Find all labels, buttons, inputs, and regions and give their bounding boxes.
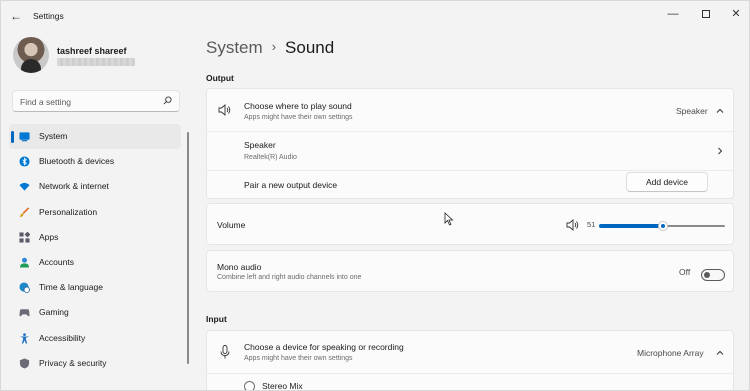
speaker-device-title: Speaker (244, 140, 276, 150)
search-input[interactable]: Find a setting (20, 97, 71, 107)
chevron-up-icon[interactable] (716, 107, 724, 115)
sidebar-item-privacy[interactable]: Privacy & security (9, 351, 181, 376)
brush-icon (19, 206, 30, 217)
sidebar-item-apps[interactable]: Apps (9, 225, 181, 250)
microphone-icon (220, 345, 230, 359)
sidebar-item-time-language[interactable]: Time & language (9, 275, 181, 300)
sidebar-item-label: Bluetooth & devices (39, 156, 115, 167)
system-icon (19, 132, 30, 142)
stereo-mix-title: Stereo Mix (262, 381, 303, 391)
sidebar-item-label: Gaming (39, 307, 69, 318)
slider-fill (599, 224, 664, 228)
title-bar: ← Settings — ✕ (1, 1, 749, 31)
user-name: tashreef shareef (57, 46, 127, 56)
sidebar-item-label: Network & internet (39, 181, 109, 192)
search-box[interactable]: Find a setting (12, 90, 180, 112)
choose-input-row[interactable]: Choose a device for speaking or recordin… (207, 331, 733, 373)
speaker-device-row[interactable]: Speaker Realtek(R) Audio (207, 132, 733, 170)
pair-output-title: Pair a new output device (244, 180, 338, 190)
chevron-right-icon (718, 147, 723, 155)
volume-card: Volume 51 (206, 203, 734, 245)
bluetooth-icon (19, 156, 30, 167)
sidebar-item-label: Apps (39, 231, 59, 242)
speaker-volume-icon[interactable] (566, 219, 579, 231)
settings-window: ← Settings — ✕ tashreef shareef Find a s… (0, 0, 750, 391)
selected-input-value: Microphone Array (637, 348, 704, 358)
sidebar-item-personalization[interactable]: Personalization (9, 200, 181, 225)
mouse-cursor-icon (444, 212, 454, 226)
sidebar-item-label: Personalization (39, 206, 98, 217)
sidebar-item-accounts[interactable]: Accounts (9, 250, 181, 275)
avatar (13, 37, 49, 73)
speaker-icon (218, 104, 231, 116)
breadcrumb: System › Sound (206, 38, 334, 58)
choose-output-title: Choose where to play sound (244, 101, 352, 111)
page-title: Sound (285, 38, 335, 57)
accessibility-icon (19, 332, 30, 344)
sidebar-item-label: Accessibility (39, 332, 86, 343)
volume-slider[interactable] (599, 221, 725, 231)
sidebar-scrollbar[interactable] (187, 132, 189, 364)
divider (207, 170, 733, 171)
output-device-card: Choose where to play sound Apps might ha… (206, 88, 734, 199)
gamepad-icon (19, 309, 30, 317)
shield-icon (19, 358, 30, 369)
user-profile[interactable]: tashreef shareef (13, 37, 185, 77)
globe-clock-icon (19, 282, 30, 294)
person-icon (19, 257, 30, 268)
choose-input-subtitle: Apps might have their own settings (244, 355, 353, 362)
minimize-button[interactable]: — (656, 3, 690, 25)
sidebar-item-label: Accounts (39, 256, 74, 267)
volume-label: Volume (217, 220, 246, 230)
sidebar-item-network[interactable]: Network & internet (9, 174, 181, 199)
close-button[interactable]: ✕ (719, 3, 749, 25)
sidebar-item-system[interactable]: System (9, 124, 181, 150)
choose-input-title: Choose a device for speaking or recordin… (244, 342, 404, 352)
sidebar-item-label: Privacy & security (39, 357, 107, 368)
sidebar-nav: System Bluetooth & devices Network & int… (1, 124, 186, 376)
search-icon (163, 96, 172, 105)
mono-audio-title: Mono audio (217, 262, 262, 272)
breadcrumb-separator: › (271, 39, 277, 54)
sidebar-item-label: Time & language (39, 282, 103, 293)
back-button[interactable]: ← (7, 7, 25, 25)
app-title: Settings (33, 11, 64, 21)
sidebar-item-bluetooth[interactable]: Bluetooth & devices (9, 149, 181, 174)
input-heading: Input (206, 314, 227, 324)
mono-audio-subtitle: Combine left and right audio channels in… (217, 274, 362, 281)
divider (207, 373, 733, 374)
output-heading: Output (206, 73, 234, 83)
choose-output-subtitle: Apps might have their own settings (244, 114, 353, 121)
sidebar-item-gaming[interactable]: Gaming (9, 300, 181, 325)
wifi-icon (19, 183, 30, 191)
maximize-icon (702, 10, 710, 19)
back-arrow-icon: ← (10, 9, 22, 23)
input-device-card: Choose a device for speaking or recordin… (206, 330, 734, 391)
add-device-button[interactable]: Add device (626, 172, 708, 192)
choose-output-row[interactable]: Choose where to play sound Apps might ha… (207, 89, 733, 131)
sidebar-item-label: System (39, 131, 68, 141)
user-email-redacted (57, 58, 135, 66)
apps-icon (19, 231, 30, 243)
mono-audio-toggle[interactable] (701, 269, 725, 281)
breadcrumb-parent[interactable]: System (206, 38, 263, 57)
selected-output-value: Speaker (676, 106, 708, 116)
slider-thumb[interactable] (658, 221, 669, 231)
input-device-row[interactable]: Stereo Mix (207, 377, 733, 391)
speaker-device-subtitle: Realtek(R) Audio (244, 154, 297, 161)
maximize-button[interactable] (689, 3, 723, 25)
sidebar-item-accessibility[interactable]: Accessibility (9, 326, 181, 351)
mono-audio-state: Off (679, 267, 691, 277)
mono-audio-card: Mono audio Combine left and right audio … (206, 250, 734, 292)
minimize-icon: — (667, 8, 679, 20)
close-icon: ✕ (731, 8, 741, 20)
stereo-mix-radio[interactable] (244, 381, 255, 390)
chevron-up-icon[interactable] (716, 349, 724, 357)
toggle-knob (704, 272, 710, 278)
volume-value: 51 (587, 220, 596, 229)
